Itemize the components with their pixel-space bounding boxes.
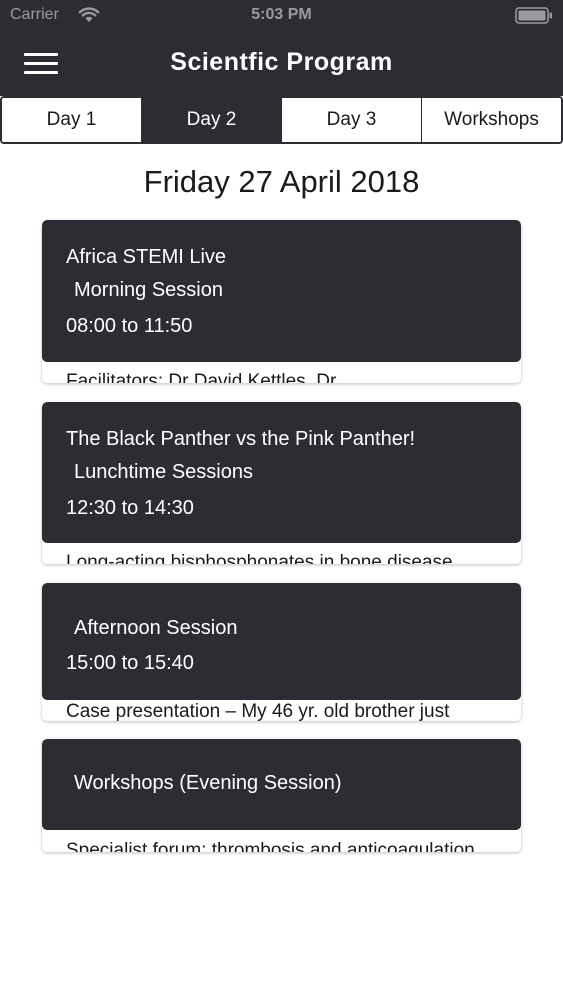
session-preview: Facilitators: Dr David Kettles, Dr [42, 362, 521, 383]
session-title: Africa STEMI Live [66, 246, 227, 268]
session-preview-text: Long-acting bisphosphonates in bone dise… [66, 552, 453, 564]
session-card-header: Workshops (Evening Session) [42, 739, 521, 830]
session-preview: Specialist forum: thrombosis and anticoa… [42, 830, 521, 852]
tab-day-3[interactable]: Day 3 [282, 98, 422, 142]
nav-bar: Scientfic Program [0, 32, 563, 96]
session-card-afternoon[interactable]: Afternoon Session 15:00 to 15:40 Case pr… [42, 583, 521, 721]
battery-icon [515, 7, 552, 24]
app-header: Carrier 5:03 PM Scientfic Program [0, 0, 563, 96]
session-time: 12:30 to 14:30 [66, 497, 194, 519]
session-name: Workshops (Evening Session) [74, 772, 342, 794]
session-name: Morning Session [74, 279, 223, 301]
status-bar: Carrier 5:03 PM [0, 0, 563, 32]
session-preview-text: Case presentation – My 46 yr. old brothe… [66, 701, 450, 721]
status-time: 5:03 PM [251, 6, 312, 23]
session-preview: Case presentation – My 46 yr. old brothe… [42, 700, 521, 721]
tab-workshops[interactable]: Workshops [422, 98, 561, 142]
session-card-header: The Black Panther vs the Pink Panther! L… [42, 402, 521, 543]
session-preview-text: Facilitators: Dr David Kettles, Dr [66, 371, 337, 383]
session-card-header: Afternoon Session 15:00 to 15:40 [42, 583, 521, 700]
session-card-workshops[interactable]: Workshops (Evening Session) Specialist f… [42, 739, 521, 852]
session-time: 08:00 to 11:50 [66, 315, 193, 337]
day-tabs: Day 1 Day 2 Day 3 Workshops [0, 96, 563, 144]
session-card-black-panther[interactable]: The Black Panther vs the Pink Panther! L… [42, 402, 521, 564]
session-time: 15:00 to 15:40 [66, 652, 194, 674]
session-name: Lunchtime Sessions [74, 461, 253, 483]
session-preview-text: Specialist forum: thrombosis and anticoa… [66, 840, 475, 852]
session-card-header: Africa STEMI Live Morning Session 08:00 … [42, 220, 521, 362]
tab-day-2[interactable]: Day 2 [142, 98, 282, 142]
session-card-africa-stemi[interactable]: Africa STEMI Live Morning Session 08:00 … [42, 220, 521, 383]
tab-day-1[interactable]: Day 1 [2, 98, 142, 142]
session-title: The Black Panther vs the Pink Panther! [66, 428, 416, 450]
session-name: Afternoon Session [74, 617, 238, 639]
page-title: Scientfic Program [170, 48, 393, 76]
date-heading: Friday 27 April 2018 [143, 164, 420, 199]
session-preview: Long-acting bisphosphonates in bone dise… [42, 543, 521, 564]
